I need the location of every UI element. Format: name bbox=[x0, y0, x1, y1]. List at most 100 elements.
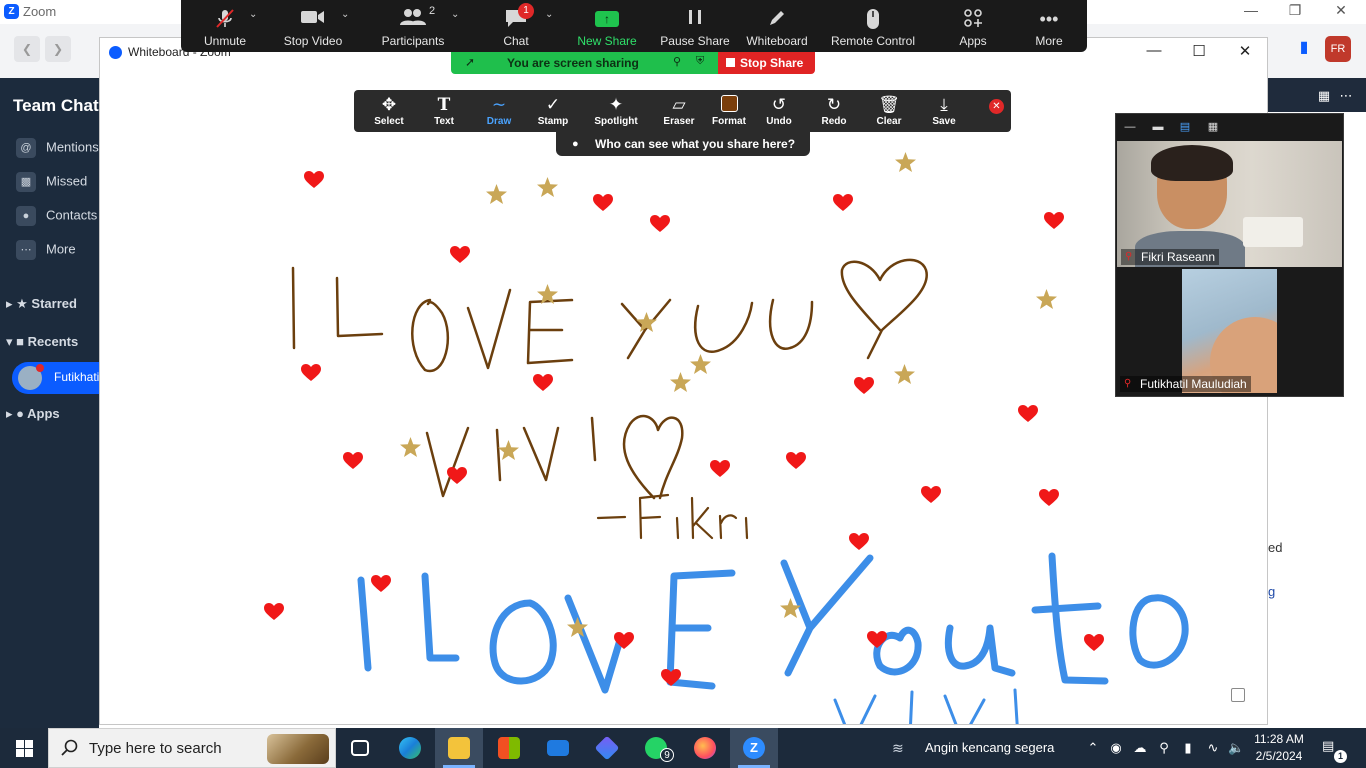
close-icon[interactable]: ✕ bbox=[1326, 2, 1356, 19]
sidebar-item-more[interactable]: ⋯ More bbox=[16, 240, 99, 264]
copilot-icon[interactable] bbox=[583, 728, 631, 768]
sidebar-section-starred[interactable]: ▸ ★ Starred bbox=[6, 296, 77, 312]
recent-chat-item[interactable]: Futikhatil bbox=[12, 362, 99, 394]
star-stamp-icon bbox=[690, 354, 711, 374]
restore-icon[interactable]: ❐ bbox=[1280, 2, 1310, 19]
stop-video-button[interactable]: Stop Video bbox=[279, 0, 347, 52]
back-button[interactable]: ❮ bbox=[14, 36, 40, 62]
task-view-icon[interactable] bbox=[336, 728, 384, 768]
sidebar-item-contacts[interactable]: ● Contacts bbox=[16, 206, 99, 230]
sidebar-section-apps[interactable]: ▸ ● Apps bbox=[6, 406, 60, 422]
gallery-view-icon[interactable]: ▦ bbox=[1206, 120, 1220, 134]
apps-button[interactable]: Apps bbox=[949, 0, 997, 52]
participant-name: Futikhatil Mauludiah bbox=[1140, 377, 1247, 391]
screen-sharing-status-bar[interactable]: ➚ You are screen sharing ⚲ ⛨ bbox=[451, 52, 718, 74]
firefox-icon[interactable] bbox=[681, 728, 729, 768]
tool-label: Eraser bbox=[663, 116, 695, 127]
close-icon[interactable]: ✕ bbox=[1235, 42, 1255, 60]
participant-video[interactable]: ⚲ Fikri Raseann bbox=[1117, 141, 1342, 267]
pin-icon[interactable]: ➚ bbox=[465, 55, 475, 69]
avatar[interactable]: FR bbox=[1325, 36, 1351, 62]
split-view-icon[interactable]: ▮ bbox=[1296, 40, 1312, 56]
minimize-icon[interactable]: — bbox=[1123, 120, 1137, 134]
minimize-icon[interactable]: — bbox=[1236, 2, 1266, 18]
wind-weather-icon[interactable]: ≋ bbox=[892, 740, 916, 756]
ellipsis-icon[interactable]: ⋯ bbox=[1338, 88, 1354, 104]
sidebar-item-mentions[interactable]: @ Mentions bbox=[16, 138, 99, 162]
tool-redo[interactable]: ↻ Redo bbox=[807, 90, 861, 132]
microphone-icon[interactable]: ⚲ bbox=[1156, 740, 1172, 756]
chevron-up-icon[interactable]: ⌃ bbox=[1085, 740, 1101, 756]
tool-label: Stamp bbox=[537, 116, 569, 127]
video-thumbnail-panel[interactable]: — ▬ ▤ ▦ ⚲ Fikri Raseann ⚲ Futikhatil Mau… bbox=[1115, 113, 1344, 397]
maximize-icon[interactable]: ☐ bbox=[1189, 42, 1209, 60]
star-stamp-icon bbox=[1036, 289, 1057, 309]
onedrive-cloud-icon[interactable]: ☁ bbox=[1132, 740, 1148, 756]
tool-format[interactable]: Format bbox=[702, 90, 756, 132]
new-share-button[interactable]: ↑ New Share bbox=[573, 0, 641, 52]
windows-logo-icon bbox=[16, 740, 24, 748]
zoom-icon[interactable]: Z bbox=[730, 728, 778, 768]
sidebar-section-recents[interactable]: ▾ ■ Recents bbox=[6, 334, 78, 350]
remote-control-button[interactable]: Remote Control bbox=[827, 0, 919, 52]
chevron-down-icon[interactable]: ⌄ bbox=[451, 9, 459, 20]
participants-button[interactable]: 2 Participants bbox=[377, 0, 449, 52]
unmute-button[interactable]: Unmute bbox=[191, 0, 259, 52]
forward-button[interactable]: ❯ bbox=[45, 36, 71, 62]
sidebar-item-label: Missed bbox=[46, 173, 88, 189]
start-button[interactable] bbox=[0, 728, 48, 768]
minimize-icon[interactable]: — bbox=[1144, 42, 1164, 59]
tool-clear[interactable]: 🗑 Clear bbox=[862, 90, 916, 132]
tool-text[interactable]: T Text bbox=[417, 90, 471, 132]
mail-icon[interactable] bbox=[534, 728, 582, 768]
tool-draw[interactable]: ∼ Draw bbox=[472, 90, 526, 132]
zoom-logo-icon: Z bbox=[4, 4, 19, 19]
volume-icon[interactable]: 🔈 bbox=[1228, 740, 1244, 756]
chat-button[interactable]: 1 Chat bbox=[491, 0, 541, 52]
file-explorer-icon[interactable] bbox=[435, 728, 483, 768]
taskbar-search[interactable]: Type here to search bbox=[48, 728, 336, 768]
tool-label: Draw bbox=[486, 116, 512, 127]
weather-text[interactable]: Angin kencang segera bbox=[925, 740, 1054, 755]
tool-undo[interactable]: ↺ Undo bbox=[752, 90, 806, 132]
participant-video[interactable] bbox=[1182, 269, 1277, 393]
heart-stamp-icon bbox=[593, 194, 613, 211]
whiteboard-button[interactable]: Whiteboard bbox=[743, 0, 811, 52]
tool-save[interactable]: ⤓ Save bbox=[917, 90, 971, 132]
heart-stamp-icon bbox=[533, 374, 553, 391]
stop-share-button[interactable]: Stop Share bbox=[718, 52, 815, 74]
tool-stamp[interactable]: ✓ Stamp bbox=[526, 90, 580, 132]
copilot-glyph bbox=[594, 735, 620, 761]
wifi-icon[interactable]: ∿ bbox=[1205, 740, 1221, 756]
tool-select[interactable]: ✥ Select bbox=[362, 90, 416, 132]
speaker-view-icon[interactable]: ▤ bbox=[1178, 120, 1192, 134]
tool-spotlight[interactable]: ✦ Spotlight bbox=[582, 90, 650, 132]
thumbnail-view-icon[interactable]: ▬ bbox=[1151, 120, 1165, 134]
windows-logo-part bbox=[16, 749, 24, 757]
chevron-down-icon[interactable]: ⌄ bbox=[545, 9, 553, 20]
pause-share-button[interactable]: Pause Share bbox=[659, 0, 731, 52]
store-icon[interactable] bbox=[485, 728, 533, 768]
edge-icon[interactable] bbox=[386, 728, 434, 768]
close-annotation-icon[interactable]: ✕ bbox=[989, 99, 1004, 114]
tool-eraser[interactable]: ▱ Eraser bbox=[652, 90, 706, 132]
unread-badge bbox=[36, 364, 44, 372]
meet-now-icon[interactable]: ◉ bbox=[1108, 740, 1124, 756]
more-button[interactable]: ••• More bbox=[1025, 0, 1073, 52]
expand-icon[interactable] bbox=[1231, 688, 1245, 702]
battery-icon[interactable]: ▮ bbox=[1180, 740, 1196, 756]
sidebar-item-missed[interactable]: ▩ Missed bbox=[16, 172, 99, 196]
calendar-icon[interactable]: ▦ bbox=[1316, 88, 1332, 104]
right-panel-link[interactable]: g bbox=[1268, 584, 1275, 599]
whiteboard-canvas[interactable] bbox=[100, 68, 1267, 724]
star-stamp-icon bbox=[537, 177, 558, 197]
who-can-see-banner[interactable]: ● Who can see what you share here? bbox=[556, 132, 810, 156]
chevron-down-icon[interactable]: ⌄ bbox=[341, 9, 349, 20]
button-label: Apps bbox=[959, 34, 987, 48]
save-download-icon: ⤓ bbox=[940, 95, 948, 114]
chevron-down-icon[interactable]: ⌄ bbox=[249, 9, 257, 20]
folder-glyph bbox=[448, 737, 470, 759]
whatsapp-icon[interactable]: 9 bbox=[632, 728, 680, 768]
button-label: Pause Share bbox=[660, 34, 730, 48]
taskbar-clock[interactable]: 11:28 AM 2/5/2024 bbox=[1253, 731, 1305, 765]
